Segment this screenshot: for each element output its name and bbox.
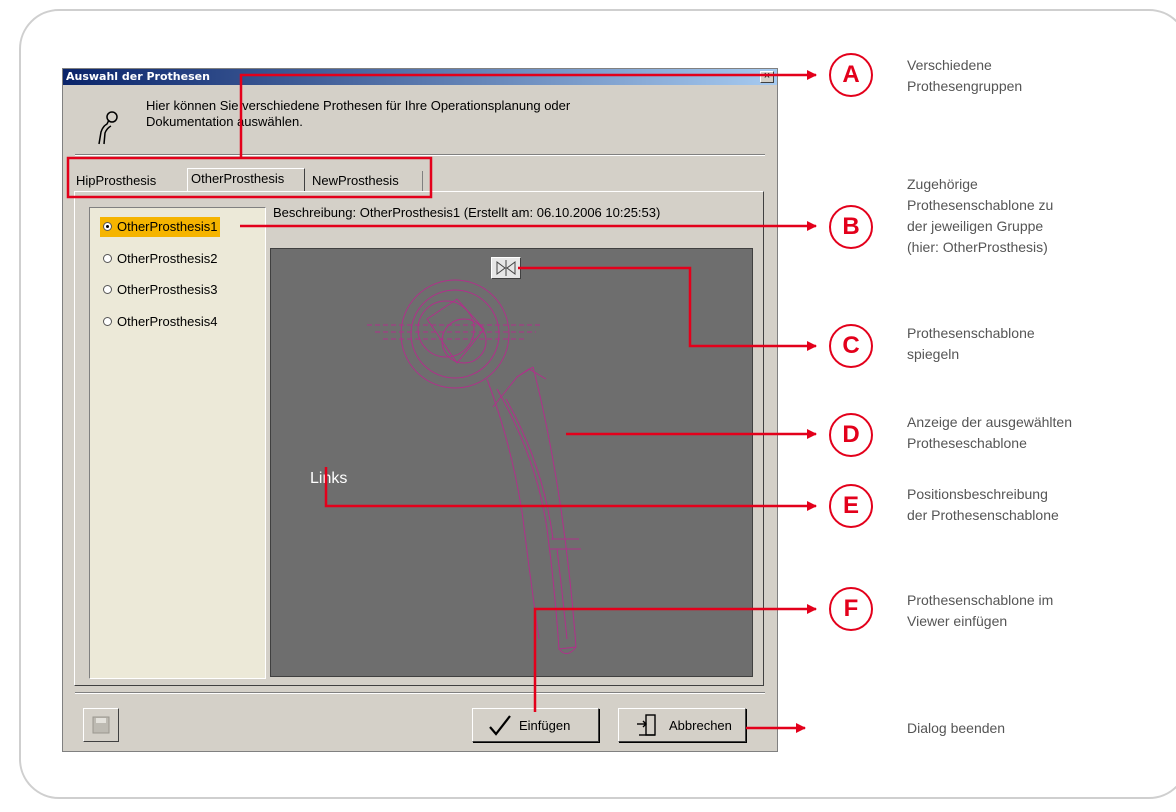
- tab-highlight-box: [66, 156, 433, 199]
- annotation-text-f: Prothesenschablone im Viewer einfügen: [907, 590, 1162, 632]
- annotation-marker-a: A: [829, 53, 873, 97]
- leader-line-c: [518, 266, 817, 351]
- annotation-line: Viewer einfügen: [907, 613, 1008, 629]
- annotation-text-c: Prothesenschablone spiegeln: [907, 323, 1162, 365]
- annotation-marker-c: C: [829, 324, 873, 368]
- annotation-line: (hier: OtherProsthesis): [907, 239, 1048, 255]
- annotation-text-b: Zugehörige Prothesenschablone zu der jew…: [907, 174, 1162, 258]
- annotation-line: Prothesenschablone zu: [907, 197, 1054, 213]
- annotation-text-a: Verschiedene Prothesengruppen: [907, 55, 1162, 97]
- annotation-lines: [66, 70, 817, 733]
- annotation-marker-d: D: [829, 413, 873, 457]
- annotation-line: Prothesenschablone im: [907, 592, 1054, 608]
- leader-line-a: [239, 70, 817, 158]
- annotation-text-d: Anzeige der ausgewählten Protheseschablo…: [907, 412, 1162, 454]
- annotation-text-e: Positionsbeschreibung der Prothesenschab…: [907, 484, 1162, 526]
- annotation-text-exit: Dialog beenden: [907, 718, 1162, 739]
- annotation-line: spiegeln: [907, 346, 960, 362]
- annotation-marker-f: F: [829, 587, 873, 631]
- leader-line-f: [533, 604, 817, 712]
- annotation-line: Dialog beenden: [907, 720, 1006, 736]
- annotation-marker-e: E: [829, 484, 873, 528]
- annotation-line: Positionsbeschreibung: [907, 486, 1048, 502]
- annotation-line: Verschiedene: [907, 57, 992, 73]
- annotation-marker-b: B: [829, 205, 873, 249]
- leader-line-e: [324, 467, 817, 511]
- annotation-line: Anzeige der ausgewählten: [907, 414, 1073, 430]
- annotation-line: der jeweiligen Gruppe: [907, 218, 1044, 234]
- annotation-line: Protheseschablone: [907, 435, 1027, 451]
- annotation-line: der Prothesenschablone: [907, 507, 1059, 523]
- annotation-line: Zugehörige: [907, 176, 978, 192]
- annotation-line: Prothesengruppen: [907, 78, 1023, 94]
- annotation-line: Prothesenschablone: [907, 325, 1035, 341]
